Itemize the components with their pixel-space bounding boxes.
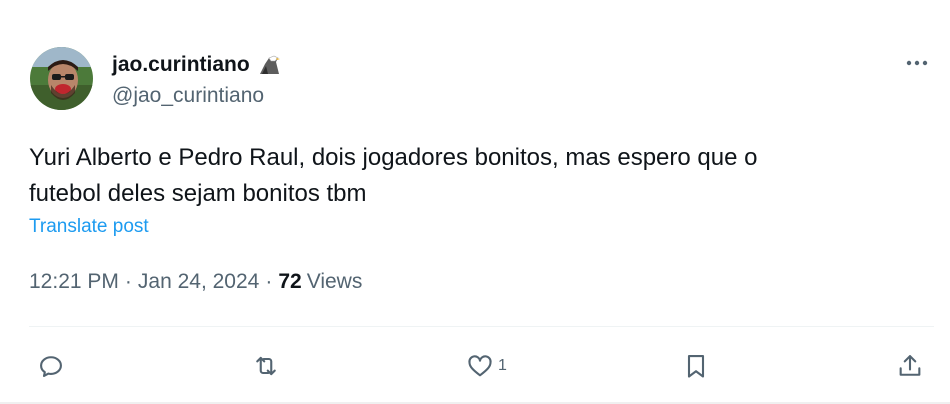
author-display-name[interactable]: jao.curintiano [112, 53, 250, 77]
repost-button[interactable] [252, 346, 280, 386]
tweet-card: jao.curintiano @jao_curintiano Yuri Albe… [0, 0, 950, 404]
bookmark-icon [687, 355, 705, 378]
heart-icon [468, 355, 492, 377]
avatar-image [30, 47, 93, 110]
post-meta: 12:21 PM · Jan 24, 2024 · 72 Views [29, 270, 362, 294]
views-count: 72 [278, 270, 302, 293]
post-text-line: futebol deles sejam bonitos tbm [29, 180, 367, 207]
like-count: 1 [498, 357, 507, 374]
action-bar: 1 [0, 346, 950, 386]
translate-post-link[interactable]: Translate post [29, 216, 149, 238]
bookmark-button[interactable] [682, 346, 710, 386]
post-date[interactable]: Jan 24, 2024 [138, 270, 259, 294]
repost-icon [256, 356, 276, 376]
reply-button[interactable] [37, 346, 65, 386]
post-text-line: Yuri Alberto e Pedro Raul, dois jogadore… [29, 144, 758, 171]
author-name-row: jao.curintiano [112, 52, 282, 78]
meta-separator: · [124, 270, 132, 293]
divider [29, 326, 934, 327]
share-button[interactable] [896, 346, 924, 386]
eagle-icon [256, 52, 282, 78]
post-text: Yuri Alberto e Pedro Raul, dois jogadore… [29, 140, 909, 212]
share-icon [899, 355, 921, 376]
avatar[interactable] [30, 47, 93, 110]
author-handle[interactable]: @jao_curintiano [112, 84, 264, 108]
views-label: Views [306, 270, 363, 293]
post-time[interactable]: 12:21 PM [29, 270, 119, 294]
like-button[interactable]: 1 [466, 346, 507, 386]
reply-icon [40, 356, 62, 377]
more-options-icon[interactable] [904, 52, 930, 74]
meta-separator: · [265, 270, 273, 293]
